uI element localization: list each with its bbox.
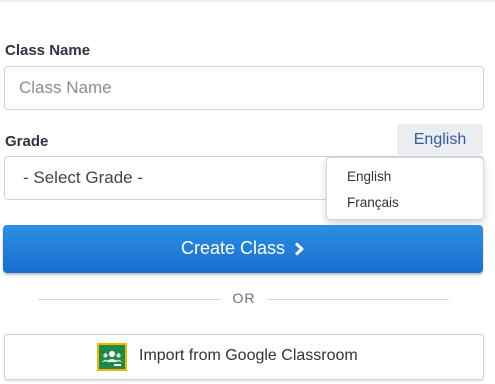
- top-divider: [0, 0, 495, 2]
- language-dropdown-menu: English Français: [326, 157, 484, 220]
- class-name-field[interactable]: [4, 66, 484, 110]
- google-classroom-icon: [97, 343, 127, 371]
- chevron-right-icon: [294, 227, 305, 273]
- grade-label: Grade: [5, 133, 49, 150]
- create-class-button[interactable]: Create Class: [3, 225, 483, 273]
- separator-line-right: [267, 299, 449, 300]
- language-option-francais[interactable]: Français: [327, 192, 483, 218]
- grade-select-value: - Select Grade -: [23, 168, 143, 187]
- import-google-classroom-button[interactable]: Import from Google Classroom: [4, 334, 484, 380]
- language-selector[interactable]: English: [397, 124, 483, 155]
- separator-text: OR: [232, 290, 256, 306]
- language-option-english[interactable]: English: [327, 166, 483, 192]
- class-name-label: Class Name: [5, 42, 91, 59]
- separator-line-left: [38, 299, 220, 300]
- create-class-label: Create Class: [180, 238, 286, 258]
- import-google-classroom-label: Import from Google Classroom: [139, 347, 358, 364]
- class-name-input[interactable]: [5, 67, 483, 109]
